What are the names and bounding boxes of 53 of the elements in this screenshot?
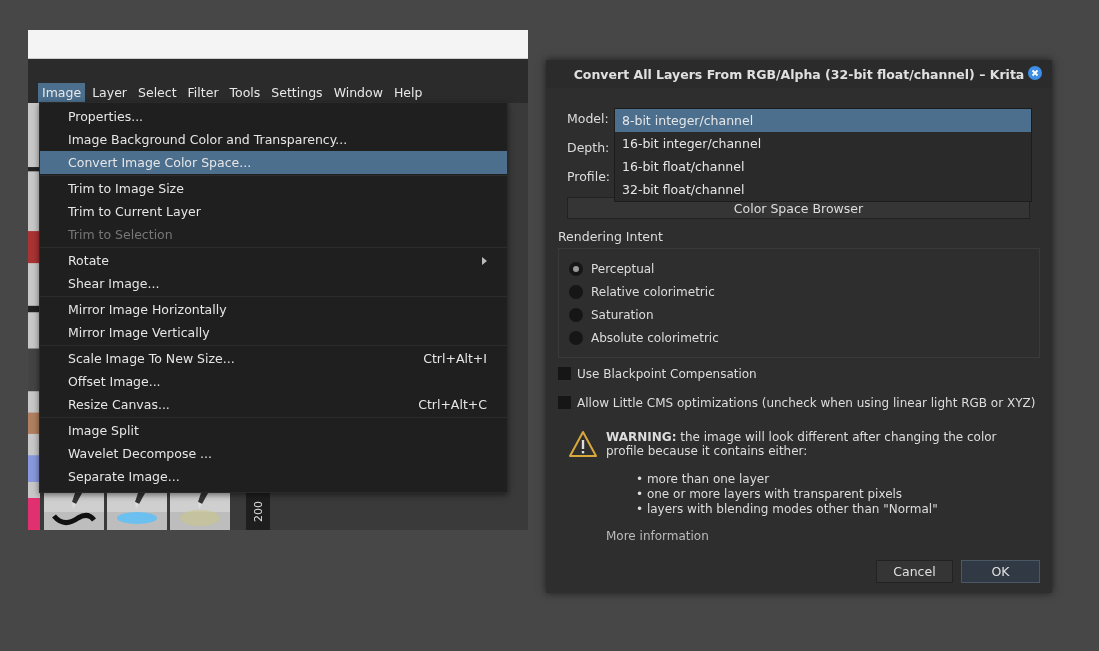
menu-item[interactable]: Scale Image To New Size... Ctrl+Alt+I xyxy=(40,347,507,370)
dropdown-option[interactable]: 8-bit integer/channel xyxy=(615,109,1031,132)
menu-item[interactable]: Rotate xyxy=(40,249,507,272)
menu-title[interactable]: Window xyxy=(329,83,387,103)
field-label: Model: xyxy=(567,111,609,126)
radio-button[interactable] xyxy=(569,307,583,322)
radio-label: Relative colorimetric xyxy=(591,284,715,299)
menu-item[interactable]: Trim to Image Size xyxy=(40,177,507,200)
menu-item[interactable]: Wavelet Decompose ... xyxy=(40,442,507,465)
radio-button[interactable] xyxy=(569,261,583,276)
dialog-title: Convert All Layers From RGB/Alpha (32-bit float/channel) – Krita xyxy=(573,66,1025,82)
checkbox-label: Use Blackpoint Compensation xyxy=(577,366,757,381)
group-title: Rendering Intent xyxy=(558,229,664,244)
menu-title[interactable]: Help xyxy=(389,83,427,103)
ruler-label: 200 xyxy=(251,501,265,522)
checkbox[interactable] xyxy=(558,396,571,409)
field-label: Depth: xyxy=(567,140,610,155)
menu-title[interactable]: Settings xyxy=(267,83,327,103)
more-information-link[interactable]: More information xyxy=(606,529,1006,543)
menu-title[interactable]: Filter xyxy=(183,83,223,103)
menu-title[interactable]: Select xyxy=(134,83,181,103)
radio-button[interactable] xyxy=(569,330,583,345)
radio-label: Absolute colorimetric xyxy=(591,330,719,345)
menu-item[interactable]: Shear Image... xyxy=(40,272,507,295)
menu-item[interactable]: Mirror Image Horizontally xyxy=(40,298,507,321)
menu-title[interactable]: Tools xyxy=(225,83,265,103)
bullet-item: • one or more layers with transparent pixels xyxy=(636,487,904,502)
close-icon[interactable] xyxy=(1028,66,1042,80)
checkbox-label: Allow Little CMS optimizations (uncheck when using linear light RGB or XYZ) xyxy=(577,395,1036,410)
radio-button[interactable] xyxy=(569,284,583,299)
dropdown-option[interactable]: 16-bit integer/channel xyxy=(615,132,1031,155)
cancel-button[interactable]: Cancel xyxy=(876,560,953,583)
menu-title[interactable]: Layer xyxy=(88,83,131,103)
menu-item[interactable]: Separate Image... xyxy=(40,465,507,488)
menu-item[interactable]: Image Split xyxy=(40,419,507,442)
menu-item[interactable]: Offset Image... xyxy=(40,370,507,393)
menu-title[interactable]: Image xyxy=(38,83,86,103)
radio-label: Perceptual xyxy=(591,261,655,276)
field-label: Profile: xyxy=(567,169,611,184)
dropdown-option[interactable]: 16-bit float/channel xyxy=(615,155,1031,178)
warning-text: WARNING: the image will look different after changing the color profile because it contains either: xyxy=(606,430,998,458)
menu-item[interactable]: Trim to Current Layer xyxy=(40,200,507,223)
menu-item[interactable]: Mirror Image Vertically xyxy=(40,321,507,344)
menu-item[interactable]: Convert Image Color Space... xyxy=(40,151,507,174)
bullet-item: • layers with blending modes other than "Normal" xyxy=(636,502,939,517)
bullet-item: • more than one layer xyxy=(636,472,771,487)
radio-label: Saturation xyxy=(591,307,654,322)
warning-icon xyxy=(568,430,598,458)
ok-button[interactable]: OK xyxy=(961,560,1040,583)
menu-item[interactable]: Properties... xyxy=(40,105,507,128)
checkbox[interactable] xyxy=(558,367,571,380)
menu-item[interactable]: Resize Canvas... Ctrl+Alt+C xyxy=(40,393,507,416)
menu-item[interactable]: Image Background Color and Transparency... xyxy=(40,128,507,151)
